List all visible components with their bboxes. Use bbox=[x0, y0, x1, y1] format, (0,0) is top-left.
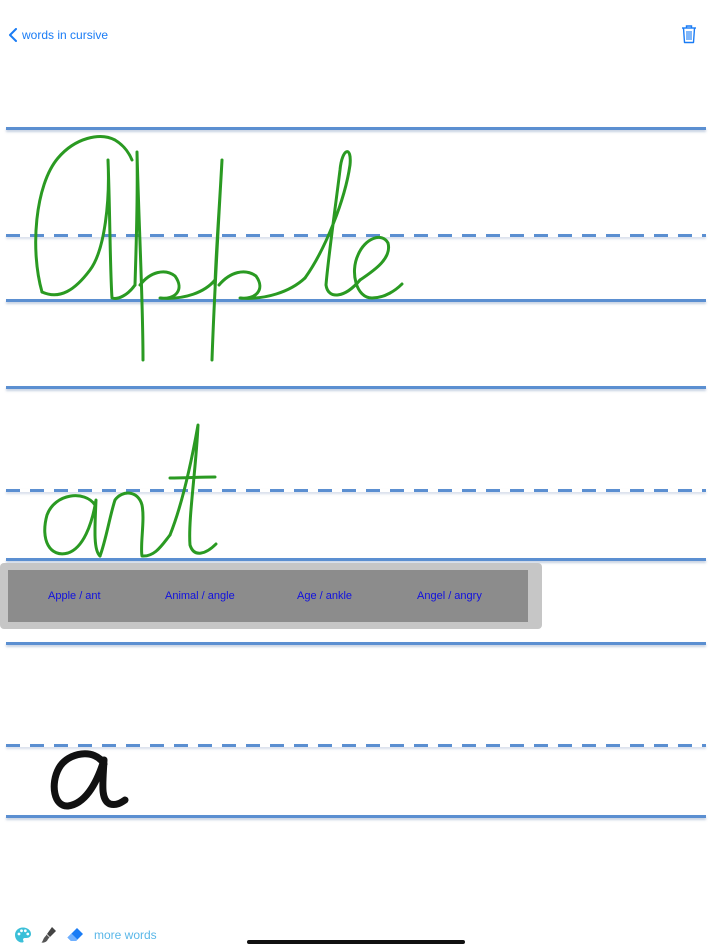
bottom-toolbar: more words bbox=[14, 925, 157, 945]
chevron-left-icon bbox=[9, 28, 17, 42]
eraser-icon[interactable] bbox=[66, 926, 84, 944]
suggestion-age-ankle[interactable]: Age / ankle bbox=[297, 570, 352, 622]
guide-mid-line-1 bbox=[6, 234, 706, 237]
suggestion-animal-angle[interactable]: Animal / angle bbox=[165, 570, 235, 622]
guide-top-line-1 bbox=[6, 127, 706, 130]
brush-icon[interactable] bbox=[40, 926, 58, 944]
user-letter-a bbox=[50, 750, 129, 810]
word-suggestions-panel: Apple / ant Animal / angle Age / ankle A… bbox=[0, 563, 542, 629]
guide-base-line-2 bbox=[6, 558, 706, 561]
guide-top-line-2 bbox=[6, 386, 706, 389]
back-button[interactable]: words in cursive bbox=[8, 26, 108, 44]
guide-base-line-1 bbox=[6, 299, 706, 302]
guide-mid-line-3 bbox=[6, 744, 706, 747]
suggestion-angel-angry[interactable]: Angel / angry bbox=[417, 570, 482, 622]
trash-icon[interactable] bbox=[680, 24, 698, 44]
suggestion-apple-ant[interactable]: Apple / ant bbox=[48, 570, 101, 622]
palette-icon[interactable] bbox=[14, 926, 32, 944]
back-label: words in cursive bbox=[22, 28, 109, 42]
model-word-apple bbox=[34, 135, 404, 362]
writing-canvas[interactable] bbox=[0, 0, 712, 950]
suggestions-bar: Apple / ant Animal / angle Age / ankle A… bbox=[8, 570, 528, 622]
guide-mid-line-2 bbox=[6, 489, 706, 492]
guide-top-line-3 bbox=[6, 642, 706, 645]
home-indicator bbox=[247, 940, 465, 944]
guide-base-line-3 bbox=[6, 815, 706, 818]
more-words-button[interactable]: more words bbox=[94, 928, 157, 942]
